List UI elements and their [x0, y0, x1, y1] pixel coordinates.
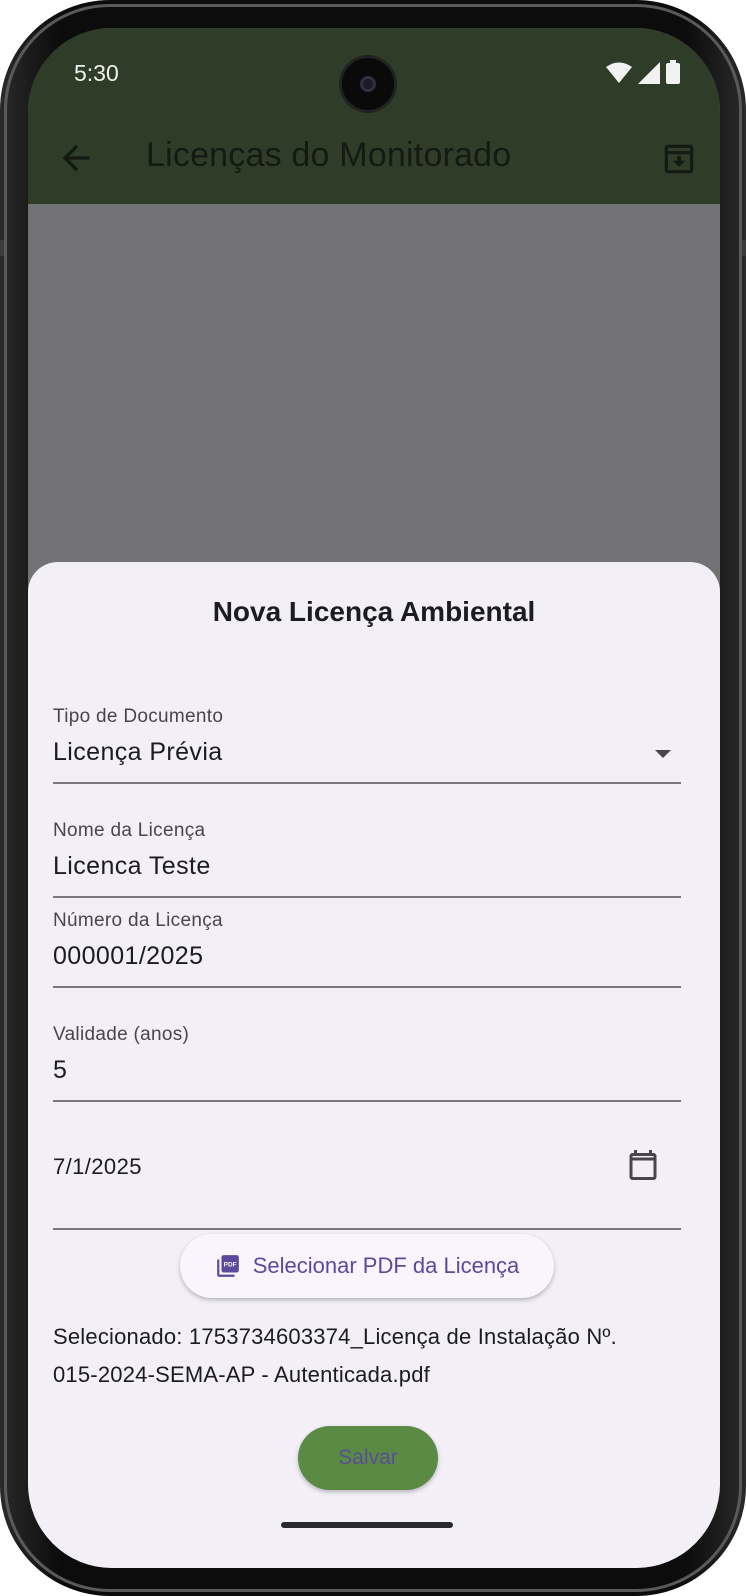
data-field[interactable]: 7/1/2025 — [53, 1110, 681, 1230]
nome-licenca-value: Licenca Teste — [53, 852, 211, 880]
status-icons — [606, 60, 680, 84]
pdf-icon: PDF — [216, 1255, 239, 1277]
camera-cutout — [342, 58, 394, 110]
selected-file-line1: Selecionado: 1753734603374_Licença de In… — [53, 1324, 617, 1349]
save-button[interactable]: Salvar — [298, 1426, 438, 1490]
wifi-icon — [606, 62, 632, 83]
arrow-back-icon[interactable] — [56, 138, 96, 178]
phone-frame: 5:30 Licenças do Monitorado Nova Licença… — [0, 0, 746, 1596]
sheet-title: Nova Licença Ambiental — [212, 596, 536, 627]
validade-value: 5 — [53, 1056, 68, 1084]
side-notch — [742, 240, 746, 256]
page-title: Licenças do Monitorado — [146, 136, 512, 174]
selected-file-text: Selecionado: 1753734603374_Licença de In… — [53, 1318, 693, 1394]
nome-licenca-label: Nome da Licença — [53, 820, 206, 841]
numero-licenca-field[interactable]: Número da Licença 000001/2025 — [53, 900, 681, 988]
validade-field[interactable]: Validade (anos) 5 — [53, 1014, 681, 1102]
select-pdf-button[interactable]: PDF Selecionar PDF da Licença — [180, 1234, 554, 1298]
battery-icon — [666, 60, 680, 84]
signal-icon — [638, 62, 660, 84]
archive-download-icon[interactable] — [660, 140, 698, 178]
tipo-documento-value: Licença Prévia — [53, 738, 223, 766]
nome-licenca-field[interactable]: Nome da Licença Licenca Teste — [53, 810, 681, 898]
select-pdf-label: Selecionar PDF da Licença — [252, 1253, 520, 1278]
status-time: 5:30 — [74, 60, 119, 86]
svg-text:PDF: PDF — [223, 1262, 236, 1269]
dropdown-arrow-icon — [655, 750, 671, 758]
side-notch — [0, 240, 4, 256]
selected-file-line2: 015-2024-SEMA-AP - Autenticada.pdf — [53, 1362, 430, 1387]
screen: 5:30 Licenças do Monitorado Nova Licença… — [28, 28, 720, 1568]
tipo-documento-label: Tipo de Documento — [53, 706, 224, 727]
bottom-sheet: Nova Licença Ambiental Tipo de Documento… — [28, 562, 720, 1568]
app-bar: 5:30 Licenças do Monitorado — [28, 28, 720, 204]
save-label: Salvar — [338, 1446, 398, 1469]
numero-licenca-value: 000001/2025 — [53, 942, 204, 970]
data-value: 7/1/2025 — [53, 1154, 142, 1179]
home-indicator[interactable] — [281, 1522, 453, 1528]
validade-label: Validade (anos) — [53, 1024, 190, 1045]
numero-licenca-label: Número da Licença — [53, 910, 223, 931]
tipo-documento-dropdown[interactable]: Tipo de Documento Licença Prévia — [53, 674, 681, 784]
calendar-icon[interactable] — [625, 1146, 661, 1184]
